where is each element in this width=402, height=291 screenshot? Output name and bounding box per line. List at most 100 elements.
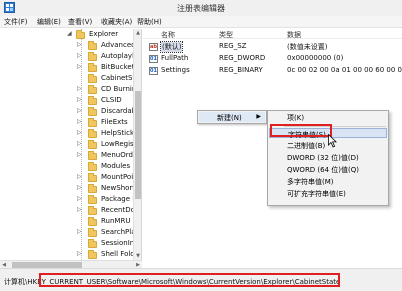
- menu-edit[interactable]: 编辑(E): [37, 17, 61, 27]
- chevron-right-icon[interactable]: ▷: [77, 41, 82, 48]
- menu-favorites[interactable]: 收藏夹(A): [101, 17, 132, 27]
- chevron-right-icon[interactable]: ▷: [77, 63, 82, 70]
- value-name: Settings: [161, 66, 190, 74]
- chevron-right-icon[interactable]: ▷: [77, 250, 82, 257]
- tree-item-explorer[interactable]: ◢ Explorer: [0, 30, 141, 41]
- submenu-item-expandable-string-value[interactable]: 可扩充字符串值(E): [269, 188, 387, 198]
- registry-tree[interactable]: ◢ Explorer ▷ Advanced ▷ Autoplayh ▷ BitB…: [0, 29, 142, 260]
- chevron-right-icon[interactable]: ▷: [77, 85, 82, 92]
- tree-item[interactable]: ▷ Autoplayh: [0, 52, 141, 63]
- folder-icon: [88, 74, 97, 83]
- chevron-right-icon[interactable]: ▷: [77, 52, 82, 59]
- chevron-right-icon[interactable]: ▷: [77, 228, 82, 235]
- folder-open-icon: [76, 30, 85, 39]
- chevron-right-icon[interactable]: ▷: [77, 195, 82, 202]
- folder-icon: [88, 151, 97, 160]
- context-menu-new[interactable]: 新建(N) ▶: [199, 112, 265, 122]
- tree-item[interactable]: ▷ Shell Fold: [0, 250, 141, 260]
- menu-file[interactable]: 文件(F): [4, 17, 28, 27]
- folder-icon: [88, 118, 97, 127]
- context-menu-new-label: 新建(N): [217, 114, 242, 122]
- tree-item-label: SessionInf: [101, 239, 137, 247]
- folder-icon: [88, 63, 97, 72]
- tree-item[interactable]: SessionInf: [0, 239, 141, 250]
- string-value-icon: ab: [149, 43, 158, 51]
- context-menu: 新建(N) ▶: [197, 110, 267, 124]
- folder-icon: [88, 250, 97, 259]
- chevron-right-icon[interactable]: ▷: [77, 140, 82, 147]
- tree-item-cabinetstate[interactable]: CabinetSta: [0, 74, 141, 85]
- tree-item[interactable]: ▷ NewShort: [0, 184, 141, 195]
- submenu-item-qword-value[interactable]: QWORD (64 位)值(Q): [269, 164, 387, 174]
- tree-item[interactable]: ▷ HelpSticke: [0, 129, 141, 140]
- chevron-right-icon[interactable]: ▷: [77, 173, 82, 180]
- list-row[interactable]: 01 Settings REG_BINARY 0c 00 02 00 0a 01…: [143, 66, 402, 77]
- tree-item[interactable]: ▷ CD Burnin: [0, 85, 141, 96]
- scroll-up-arrow-icon[interactable]: ▲: [134, 29, 142, 37]
- folder-icon: [88, 96, 97, 105]
- tree-item[interactable]: ▷ CLSID: [0, 96, 141, 107]
- tree-item[interactable]: ▷ Advanced: [0, 41, 141, 52]
- tree-item[interactable]: ▷ FileExts: [0, 118, 141, 129]
- folder-icon: [88, 52, 97, 61]
- chevron-right-icon[interactable]: ▷: [77, 184, 82, 191]
- value-data: 0x00000000 (0): [287, 54, 344, 62]
- value-type: REG_BINARY: [219, 66, 263, 74]
- scroll-down-arrow-icon[interactable]: ▼: [134, 252, 142, 260]
- tree-item[interactable]: ▷ BitBucket: [0, 63, 141, 74]
- chevron-right-icon[interactable]: ▷: [77, 107, 82, 114]
- tree-item[interactable]: ▷ SearchPlat: [0, 228, 141, 239]
- menu-bar: 文件(F) 编辑(E) 查看(V) 收藏夹(A) 帮助(H): [0, 16, 402, 28]
- list-header: 名称 类型 数据: [143, 29, 402, 39]
- folder-icon: [88, 195, 97, 204]
- title-bar: 注册表编辑器: [0, 0, 402, 16]
- tree-item[interactable]: ▷ Package I: [0, 195, 141, 206]
- tree-item[interactable]: ▷ Discardab: [0, 107, 141, 118]
- tree-item-label: LowRegist: [101, 140, 137, 148]
- value-data: (数值未设置): [287, 43, 328, 51]
- folder-icon: [88, 206, 97, 215]
- folder-icon: [88, 129, 97, 138]
- tree-vertical-scrollbar[interactable]: ▲ ▼: [133, 29, 141, 260]
- chevron-right-icon[interactable]: ▷: [77, 151, 82, 158]
- chevron-down-icon[interactable]: ◢: [67, 30, 72, 37]
- list-row[interactable]: 01 FullPath REG_DWORD 0x00000000 (0): [143, 54, 402, 65]
- tree-item[interactable]: Modules: [0, 162, 141, 173]
- tree-item[interactable]: RunMRU: [0, 217, 141, 228]
- tree-item-label: Advanced: [101, 41, 136, 49]
- tree-item[interactable]: ▷ MenuOrde: [0, 151, 141, 162]
- chevron-right-icon[interactable]: ▷: [77, 96, 82, 103]
- column-header-name[interactable]: 名称: [161, 30, 175, 40]
- folder-icon: [88, 140, 97, 149]
- tree-item-label: MenuOrde: [101, 151, 138, 159]
- list-row[interactable]: ab (默认) REG_SZ (数值未设置): [143, 41, 402, 53]
- submenu-item-label: 可扩充字符串值(E): [287, 190, 346, 198]
- chevron-right-icon[interactable]: ▷: [77, 129, 82, 136]
- tree-horizontal-scrollbar[interactable]: ◀ ▶: [0, 260, 142, 268]
- tree-item[interactable]: ▷ RecentDoc: [0, 206, 141, 217]
- tree-item-label: CD Burnin: [101, 85, 137, 93]
- tree-item-label: Discardab: [101, 107, 137, 115]
- chevron-right-icon[interactable]: ▷: [77, 118, 82, 125]
- column-header-data[interactable]: 数据: [287, 30, 301, 40]
- value-name: (默认): [159, 41, 184, 53]
- tree-item-label: Autoplayh: [101, 52, 137, 60]
- tree-item[interactable]: ▷ LowRegist: [0, 140, 141, 151]
- folder-icon: [88, 85, 97, 94]
- menu-view[interactable]: 查看(V): [68, 17, 92, 27]
- tree-item-label: Modules: [101, 162, 131, 170]
- tree-item-label: Shell Fold: [101, 250, 135, 258]
- menu-help[interactable]: 帮助(H): [137, 17, 162, 27]
- scrollbar-thumb[interactable]: [135, 91, 141, 199]
- value-data: 0c 00 02 00 0a 01 00 00 60 00 00 00: [287, 66, 402, 74]
- mouse-cursor-icon: [328, 134, 337, 148]
- tree-item-label: BitBucket: [101, 63, 135, 71]
- submenu-item-label: 项(K): [287, 114, 305, 122]
- submenu-item-key[interactable]: 项(K): [269, 112, 387, 122]
- column-header-type[interactable]: 类型: [219, 30, 233, 40]
- tree-item[interactable]: ▷ MountPoin: [0, 173, 141, 184]
- chevron-right-icon[interactable]: ▷: [77, 206, 82, 213]
- submenu-item-label: DWORD (32 位)值(D): [287, 154, 359, 162]
- submenu-item-dword-value[interactable]: DWORD (32 位)值(D): [269, 152, 387, 162]
- submenu-item-multi-string-value[interactable]: 多字符串值(M): [269, 176, 387, 186]
